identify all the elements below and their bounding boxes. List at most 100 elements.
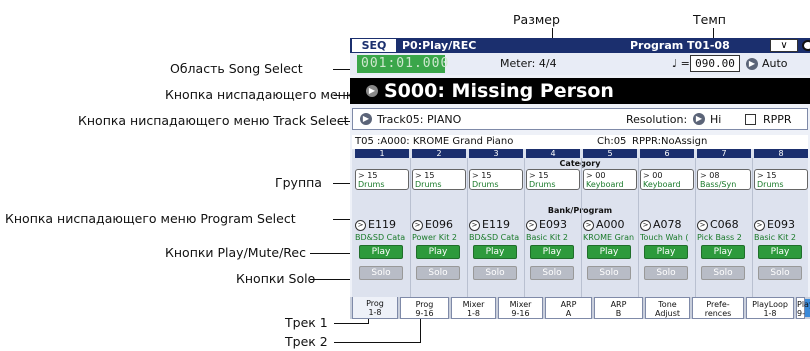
tab-label-line1: ARP — [610, 300, 627, 309]
play-button[interactable]: Play — [530, 245, 574, 259]
track-column-number: 3 — [469, 149, 523, 158]
play-button[interactable]: Play — [644, 245, 688, 259]
category-button[interactable]: > 00 Keyboard — [640, 169, 694, 190]
program-dropdown-icon[interactable]: > — [469, 219, 480, 231]
category-button[interactable]: > 15 Drums — [355, 169, 409, 190]
category-number: 15 — [424, 171, 435, 180]
category-arrow-icon: > — [415, 171, 422, 180]
page-range: Program T01-08 — [630, 39, 730, 52]
category-button[interactable]: > 15 Drums — [526, 169, 580, 190]
category-name: Drums — [472, 180, 499, 189]
column-divider — [467, 158, 468, 297]
track-dropdown-icon[interactable]: ▶ — [360, 113, 372, 125]
track-column-number: 5 — [583, 149, 637, 158]
program-name: Basic Kit 2 — [754, 233, 796, 242]
solo-button[interactable]: Solo — [359, 266, 403, 280]
song-dropdown-icon[interactable]: ▶ — [366, 85, 378, 97]
solo-button[interactable]: Solo — [701, 266, 745, 280]
lock-icon[interactable] — [802, 40, 810, 51]
program-select-button[interactable]: > E096 — [412, 218, 466, 232]
callout-track1-line — [334, 323, 368, 324]
category-button[interactable]: > 15 Drums — [412, 169, 466, 190]
program-select-button[interactable]: > E093 — [526, 218, 580, 232]
program-dropdown-icon[interactable]: > — [754, 219, 765, 231]
solo-button[interactable]: Solo — [473, 266, 517, 280]
tab-label-line1: Mixer — [509, 300, 532, 309]
column-divider — [581, 158, 582, 297]
program-select-button[interactable]: > A000 — [583, 218, 637, 232]
category-number: 08 — [709, 171, 720, 180]
tab-6[interactable]: Tone Adjust — [645, 297, 690, 319]
play-button[interactable]: Play — [587, 245, 631, 259]
solo-button[interactable]: Solo — [587, 266, 631, 280]
tab-bar: Prog 1-8 Prog 9-16 Mixer 1-8 Mixer 9-16 ARP A ARP B… — [350, 297, 810, 319]
program-number: E119 — [368, 218, 396, 231]
tab-label-line1: PlayLoop — [752, 300, 788, 309]
program-select-button[interactable]: > E119 — [355, 218, 409, 232]
rppr-label: RPPR — [763, 113, 792, 126]
track-info-bar: T05 :A000: KROME Grand Piano Ch:05 RPPR:… — [352, 135, 808, 149]
tab-9[interactable]: PlayLoop9-16 — [796, 297, 810, 319]
solo-button[interactable]: Solo — [416, 266, 460, 280]
song-locator[interactable]: 001:01.000 — [357, 55, 448, 73]
program-dropdown-icon[interactable]: > — [412, 219, 423, 231]
category-button[interactable]: > 00 Keyboard — [583, 169, 637, 190]
program-select-button[interactable]: > C068 — [697, 218, 751, 232]
tempo-note-label: ♩ = — [672, 57, 690, 70]
program-dropdown-icon[interactable]: > — [640, 219, 651, 231]
mode-tag[interactable]: SEQ — [352, 39, 396, 52]
page-name: P0:Play/REC — [402, 39, 477, 52]
tab-1[interactable]: Prog 9-16 — [400, 297, 449, 319]
play-button[interactable]: Play — [473, 245, 517, 259]
category-arrow-icon: > — [643, 171, 650, 180]
category-number: 15 — [481, 171, 492, 180]
tab-0[interactable]: Prog 1-8 — [352, 297, 398, 319]
program-select-button[interactable]: > E119 — [469, 218, 523, 232]
program-select-button[interactable]: > E093 — [754, 218, 808, 232]
meter-display[interactable]: Meter: 4/4 — [500, 57, 557, 70]
category-button[interactable]: > 15 Drums — [469, 169, 523, 190]
tab-label-line1: PlayLoop — [797, 300, 810, 309]
play-button[interactable]: Play — [416, 245, 460, 259]
category-name: Keyboard — [643, 180, 681, 189]
page-menu-button[interactable]: ∨ — [770, 39, 798, 52]
program-dropdown-icon[interactable]: > — [697, 219, 708, 231]
song-select-area[interactable]: ▶ S000: Missing Person — [350, 78, 810, 104]
info-program: T05 :A000: KROME Grand Piano — [355, 136, 514, 147]
track-grid: Category Bank/Program 1 > 15 Drums > E119 BD&… — [352, 149, 808, 297]
solo-button[interactable]: Solo — [644, 266, 688, 280]
program-dropdown-icon[interactable]: > — [355, 219, 366, 231]
program-dropdown-icon[interactable]: > — [583, 219, 594, 231]
callout-play-mute-rec: Кнопки Play/Mute/Rec — [165, 245, 306, 260]
play-button[interactable]: Play — [359, 245, 403, 259]
tab-label-line1: Prefe- — [706, 300, 730, 309]
resolution-dropdown-icon[interactable]: ▶ — [693, 113, 705, 125]
category-number: 15 — [367, 171, 378, 180]
program-dropdown-icon[interactable]: > — [526, 219, 537, 231]
category-button[interactable]: > 15 Drums — [754, 169, 808, 190]
tab-4[interactable]: ARP A — [545, 297, 592, 319]
tab-3[interactable]: Mixer 9-16 — [498, 297, 543, 319]
bank-program-section-label: Bank/Program — [547, 206, 613, 215]
program-number: E093 — [539, 218, 567, 231]
category-button[interactable]: > 08 Bass/Syn — [697, 169, 751, 190]
tab-5[interactable]: ARP B — [594, 297, 643, 319]
tab-2[interactable]: Mixer 1-8 — [451, 297, 496, 319]
callout-track2: Трек 2 — [285, 334, 328, 349]
program-select-button[interactable]: > A078 — [640, 218, 694, 232]
tempo-field[interactable]: 090.00 — [690, 55, 740, 72]
tab-7[interactable]: Prefe-rences — [692, 297, 744, 319]
category-arrow-icon: > — [586, 171, 593, 180]
track-column-number: 8 — [754, 149, 808, 158]
solo-button[interactable]: Solo — [758, 266, 802, 280]
play-button[interactable]: Play — [701, 245, 745, 259]
column-divider — [695, 158, 696, 297]
track-select-bar[interactable]: ▶ Track05: PIANO Resolution: ▶ Hi RPPR — [352, 108, 808, 130]
play-button[interactable]: Play — [758, 245, 802, 259]
solo-button[interactable]: Solo — [530, 266, 574, 280]
tempo-mode-dropdown-icon[interactable]: ▶ — [746, 58, 758, 70]
category-number: 15 — [538, 171, 549, 180]
tab-8[interactable]: PlayLoop 1-8 — [746, 297, 794, 319]
tab-label-line2: 9-16 — [797, 309, 807, 319]
rppr-checkbox[interactable] — [745, 114, 756, 125]
